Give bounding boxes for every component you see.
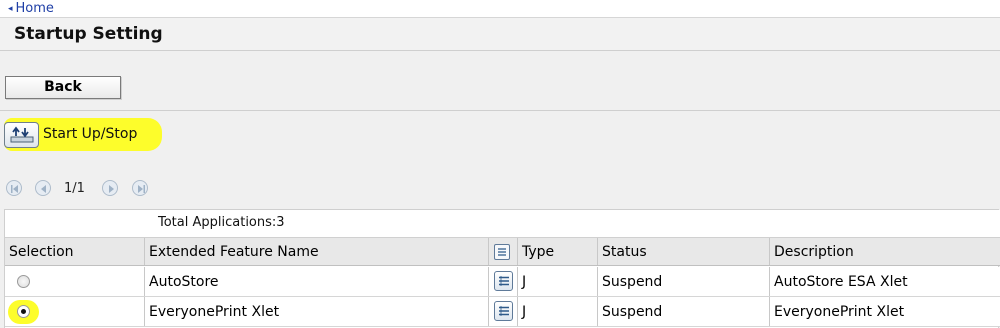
selection-radio[interactable] [17, 305, 30, 318]
back-button[interactable]: Back [5, 76, 121, 99]
type-cell: J [518, 267, 598, 296]
startup-stop-icon[interactable] [4, 122, 39, 148]
selection-cell [5, 297, 145, 326]
details-list-icon[interactable] [494, 244, 510, 260]
detail-cell [489, 267, 518, 296]
table-row[interactable]: AutoStore J Suspend AutoStore ESA Xlet [5, 267, 1000, 297]
startup-stop-button[interactable]: Start Up/Stop [43, 126, 137, 142]
header-detail [489, 238, 518, 265]
home-link[interactable]: ◂ Home [8, 1, 54, 16]
description-cell: EveryonePrint Xlet [774, 303, 905, 320]
details-list-icon[interactable] [494, 301, 513, 321]
total-row: Total Applications:3 [5, 210, 1000, 238]
header-type: Type [518, 238, 598, 265]
description-cell: AutoStore ESA Xlet [774, 273, 908, 290]
divider [0, 110, 1000, 111]
table-header: Selection Extended Feature Name Type Sta… [5, 238, 1000, 266]
table-row[interactable]: EveryonePrint Xlet J Suspend EveryonePri… [5, 297, 1000, 327]
next-page-icon[interactable] [102, 180, 118, 196]
status-cell: Suspend [598, 267, 770, 296]
name-cell: AutoStore [145, 267, 489, 296]
status-cell: Suspend [598, 297, 770, 326]
prev-page-icon[interactable] [35, 180, 51, 196]
page-indicator: 1/1 [64, 181, 85, 196]
selection-cell [5, 267, 145, 296]
home-bar: ◂ Home [0, 0, 1000, 18]
name-cell: EveryonePrint Xlet [145, 297, 489, 326]
home-label: Home [15, 1, 54, 16]
header-name: Extended Feature Name [145, 238, 489, 265]
header-selection: Selection [5, 238, 145, 265]
total-applications: Total Applications:3 [158, 215, 285, 230]
header-status: Status [598, 238, 770, 265]
first-page-icon[interactable] [6, 180, 22, 196]
page-title: Startup Setting [14, 24, 163, 44]
last-page-icon[interactable] [132, 180, 148, 196]
details-list-icon[interactable] [494, 271, 513, 291]
applications-table: Total Applications:3 Selection Extended … [4, 209, 1000, 328]
header-description: Description [774, 243, 854, 260]
type-cell: J [518, 297, 598, 326]
selection-radio[interactable] [17, 275, 30, 288]
title-bar: Startup Setting [0, 18, 1000, 51]
left-caret-icon: ◂ [8, 3, 13, 14]
detail-cell [489, 297, 518, 326]
